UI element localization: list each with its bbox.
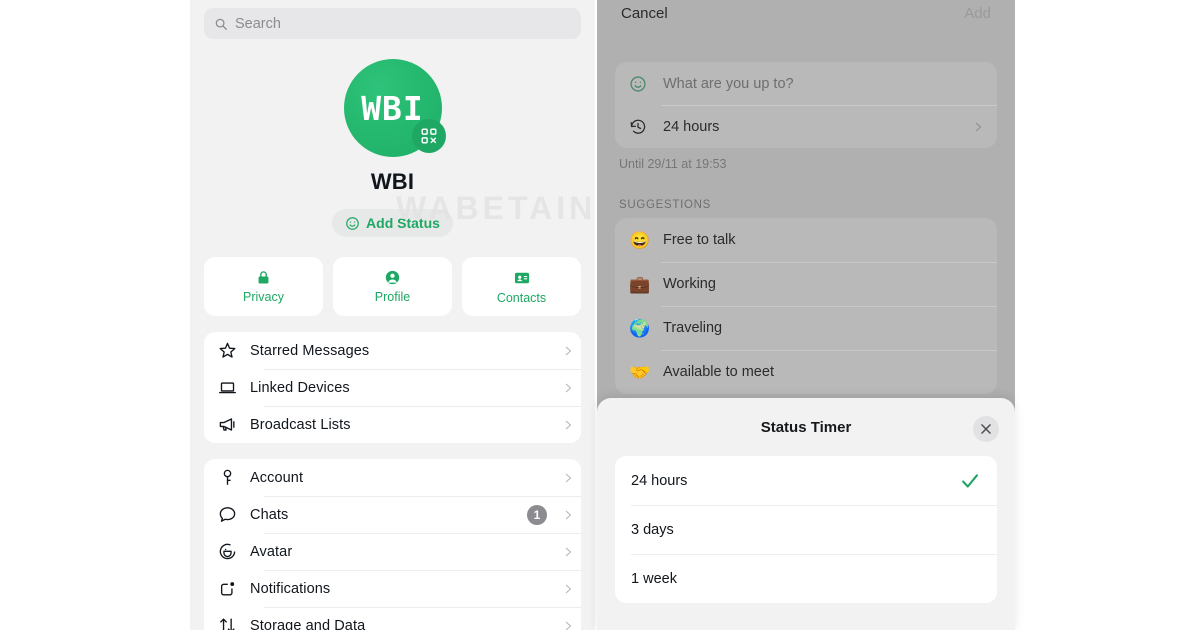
suggestion-emoji-icon: 💼 — [629, 274, 651, 294]
status-placeholder: What are you up to? — [663, 75, 794, 92]
chevron-right-icon — [555, 584, 581, 594]
composer-card: What are you up to? 24 hours — [615, 62, 997, 148]
timer-option-label: 24 hours — [631, 472, 688, 489]
add-button[interactable]: Add — [964, 5, 991, 22]
sidebar-item-chats[interactable]: Chats 1 — [204, 496, 581, 533]
chevron-right-icon — [555, 383, 581, 393]
sidebar-item-label: Linked Devices — [250, 379, 350, 396]
search-section: Search — [190, 0, 595, 39]
search-placeholder: Search — [235, 15, 281, 32]
timer-option-1-week[interactable]: 1 week — [615, 554, 997, 603]
quick-action-label: Contacts — [496, 290, 547, 305]
quick-action-contacts[interactable]: Contacts — [462, 257, 581, 316]
lock-icon — [255, 269, 272, 286]
sidebar-item-label: Broadcast Lists — [250, 416, 351, 433]
sidebar-item-label: Avatar — [250, 543, 293, 560]
sidebar-item-linked-devices[interactable]: Linked Devices — [204, 369, 581, 406]
key-icon — [218, 468, 250, 487]
chevron-right-icon — [555, 621, 581, 630]
timer-option-label: 3 days — [631, 521, 674, 538]
sidebar-item-notifications[interactable]: Notifications — [204, 570, 581, 607]
timer-sheet-title: Status Timer — [760, 418, 852, 436]
list-item[interactable]: 😄 Free to talk — [615, 218, 997, 262]
chat-bubble-icon — [218, 505, 250, 524]
status-badge: 1 — [527, 504, 547, 525]
sidebar-item-label: Notifications — [250, 580, 331, 597]
settings-group-one: Starred Messages Linked Devices Broadcas… — [204, 332, 581, 443]
contact-card-icon — [513, 269, 531, 287]
chevron-right-icon — [555, 510, 581, 520]
sidebar-item-broadcast-lists[interactable]: Broadcast Lists — [204, 406, 581, 443]
timer-option-24-hours[interactable]: 24 hours — [615, 456, 997, 505]
suggestion-emoji-icon: 🤝 — [629, 362, 651, 382]
timer-option-label: 1 week — [631, 570, 677, 587]
timer-option-3-days[interactable]: 3 days — [615, 505, 997, 554]
chevron-right-icon — [555, 420, 581, 430]
suggestion-label: Traveling — [663, 320, 723, 336]
quick-actions-row: Privacy Profile Contacts — [190, 237, 595, 316]
add-status-button[interactable]: Add Status — [332, 209, 453, 237]
timer-options-list: 24 hours 3 days 1 week — [615, 456, 997, 603]
quick-action-privacy[interactable]: Privacy — [204, 257, 323, 316]
settings-group-two: Account Chats 1 Avatar Notifications Sto… — [204, 459, 581, 630]
suggestion-emoji-icon: 🌍 — [629, 318, 651, 338]
close-icon[interactable] — [973, 416, 999, 442]
status-timer-value: 24 hours — [663, 118, 720, 135]
profile-block: WBI WBI Add Status — [190, 59, 595, 237]
notification-icon — [218, 579, 250, 598]
suggestions-list: 😄 Free to talk 💼 Working 🌍 Traveling 🤝 A… — [615, 218, 997, 394]
chevron-right-icon — [555, 473, 581, 483]
composer-header: Cancel Add — [597, 0, 1015, 26]
quick-action-label: Privacy — [243, 290, 284, 304]
suggestions-section-title: SUGGESTIONS — [619, 199, 712, 211]
sidebar-item-storage-and-data[interactable]: Storage and Data — [204, 607, 581, 630]
suggestion-label: Available to meet — [663, 364, 774, 380]
smiley-icon — [345, 216, 360, 231]
suggestion-label: Working — [663, 276, 716, 292]
smiley-icon[interactable] — [629, 75, 663, 93]
page-title: WBI — [370, 169, 415, 194]
qr-code-icon[interactable] — [411, 119, 446, 153]
add-status-label: Add Status — [366, 215, 440, 231]
list-item[interactable]: 🌍 Traveling — [615, 306, 997, 350]
laptop-icon — [218, 378, 250, 397]
sidebar-item-label: Chats — [250, 506, 289, 523]
suggestion-label: Free to talk — [663, 232, 736, 248]
sidebar-item-account[interactable]: Account — [204, 459, 581, 496]
search-icon — [214, 17, 228, 31]
avatar-initials: WBI — [361, 88, 424, 128]
person-circle-icon — [384, 269, 401, 286]
status-until-text: Until 29/11 at 19:53 — [619, 157, 727, 171]
status-text-input[interactable]: What are you up to? — [615, 62, 997, 105]
search-input[interactable]: Search — [204, 8, 581, 39]
megaphone-icon — [218, 415, 250, 434]
sidebar-item-avatar[interactable]: Avatar — [204, 533, 581, 570]
avatar-icon — [218, 542, 250, 561]
timer-sheet-header: Status Timer — [597, 398, 1015, 456]
chevron-right-icon — [555, 547, 581, 557]
sidebar-item-label: Starred Messages — [250, 342, 370, 359]
clock-rewind-icon — [629, 118, 663, 136]
cancel-button[interactable]: Cancel — [621, 5, 668, 22]
star-icon — [218, 341, 250, 360]
settings-screen: WABETAINFO Search WBI — [190, 0, 595, 630]
sidebar-item-label: Account — [250, 469, 304, 486]
quick-action-label: Profile — [374, 290, 411, 304]
suggestion-emoji-icon: 😄 — [629, 230, 651, 250]
storage-arrows-icon — [218, 616, 250, 630]
status-timer-sheet: WABETAINFO Status Timer 24 hours 3 days … — [597, 398, 1015, 630]
sidebar-item-starred-messages[interactable]: Starred Messages — [204, 332, 581, 369]
quick-action-profile[interactable]: Profile — [333, 257, 452, 316]
chevron-right-icon — [555, 346, 581, 356]
list-item[interactable]: 🤝 Available to meet — [615, 350, 997, 394]
chevron-right-icon — [973, 122, 983, 132]
check-icon — [959, 470, 981, 492]
sidebar-item-label: Storage and Data — [250, 617, 366, 630]
status-timer-row[interactable]: 24 hours — [615, 105, 997, 148]
avatar[interactable]: WBI — [343, 59, 446, 157]
screenshot-stage: WABETAINFO Search WBI — [0, 0, 1200, 630]
list-item[interactable]: 💼 Working — [615, 262, 997, 306]
